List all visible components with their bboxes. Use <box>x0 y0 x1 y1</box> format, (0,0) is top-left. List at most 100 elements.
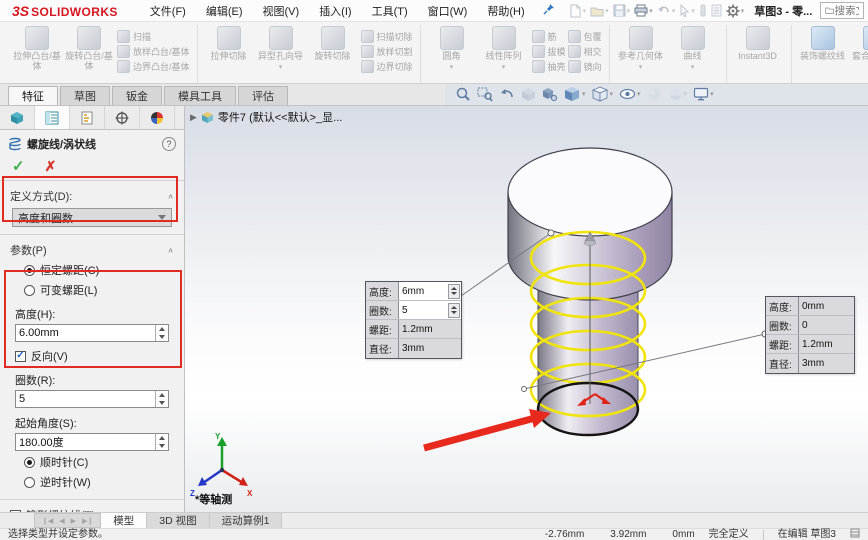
first-tab-icon[interactable]: ❙◀ <box>39 517 56 525</box>
hole-wizard-button[interactable]: 异型孔向导 ▾ <box>256 26 306 71</box>
menu-tools[interactable]: 工具(T) <box>362 3 418 19</box>
previous-view-icon[interactable] <box>499 87 515 101</box>
instant3d-button[interactable]: Instant3D <box>733 26 783 61</box>
prev-tab-icon[interactable]: ◀ <box>56 517 67 525</box>
undo-icon[interactable]: ▾ <box>657 5 675 17</box>
print-icon[interactable]: ▾ <box>634 4 653 17</box>
mirror-icon <box>567 60 581 73</box>
boundary-boss-button[interactable]: 边界凸台/基体 <box>117 60 190 73</box>
leader-anchor-point[interactable] <box>547 229 555 237</box>
rebuild-icon[interactable] <box>699 4 707 17</box>
tab-mold-tools[interactable]: 模具工具 <box>164 86 236 105</box>
start-angle-spinner[interactable] <box>155 434 168 450</box>
ribbon-group-boss: 拉伸凸台/基体 旋转凸台/基体 扫描 放样凸台/基体 边界凸台/基体 <box>6 25 198 83</box>
feature-manager-tab-icon[interactable] <box>0 106 35 129</box>
linear-pattern-button[interactable]: 线性阵列 ▾ <box>479 26 529 71</box>
search-box[interactable] <box>820 2 864 19</box>
start-angle-input[interactable] <box>16 434 155 450</box>
wrap-button[interactable]: 包覆 <box>567 30 602 43</box>
hide-show-items-icon[interactable]: ▾ <box>619 88 641 100</box>
clockwise-radio[interactable]: 顺时针(C) <box>0 452 184 472</box>
zoom-fit-icon[interactable] <box>455 86 471 102</box>
swept-boss-button[interactable]: 扫描 <box>117 30 190 43</box>
save-icon[interactable]: ▾ <box>613 4 630 17</box>
view-orientation-label: *等轴测 <box>195 494 233 506</box>
cancel-button[interactable]: ✗ <box>45 158 57 175</box>
edit-appearance-icon[interactable] <box>647 87 662 102</box>
heads-up-view-toolbar: ▾ ▾ ▾ ▾ ▾ <box>452 86 717 102</box>
lofted-cut-button[interactable]: 放样切割 <box>360 45 413 58</box>
view-orientation-icon[interactable]: ▾ <box>564 86 586 102</box>
next-tab-icon[interactable]: ▶ <box>68 517 79 525</box>
file-properties-icon[interactable] <box>711 4 722 17</box>
options-gear-icon[interactable]: ▾ <box>726 4 744 18</box>
callout-spinner[interactable] <box>448 302 460 318</box>
menu-help[interactable]: 帮助(H) <box>477 3 534 19</box>
new-document-icon[interactable]: ▾ <box>569 4 586 18</box>
reference-geometry-icon <box>628 26 653 50</box>
rib-button[interactable]: 筋 <box>531 30 566 43</box>
select-cursor-icon[interactable]: ▾ <box>679 4 695 17</box>
tab-motion-study[interactable]: 运动算例1 <box>209 513 283 528</box>
tab-sheet-metal[interactable]: 钣金 <box>112 86 162 105</box>
lofted-boss-button[interactable]: 放样凸台/基体 <box>117 45 190 58</box>
view-settings-monitor-icon[interactable]: ▾ <box>693 87 714 101</box>
height-input[interactable] <box>16 325 155 341</box>
view-settings-icon[interactable] <box>542 87 558 102</box>
open-icon[interactable]: ▾ <box>590 5 609 17</box>
mirror-button[interactable]: 镜向 <box>567 60 602 73</box>
definition-method-dropdown[interactable]: 高度和圈数 <box>12 208 172 227</box>
intersect-button[interactable]: 相交 <box>567 45 602 58</box>
menu-insert[interactable]: 插入(I) <box>309 3 361 19</box>
menu-file[interactable]: 文件(F) <box>140 3 196 19</box>
ok-button[interactable]: ✓ <box>12 157 25 175</box>
definition-group-header[interactable]: 定义方式(D): ∧ <box>0 181 184 206</box>
display-manager-tab-icon[interactable] <box>140 106 175 129</box>
help-icon[interactable]: ? <box>162 137 176 151</box>
menu-edit[interactable]: 编辑(E) <box>196 3 253 19</box>
section-view-icon[interactable] <box>521 87 536 102</box>
cosmetic-thread-button[interactable]: 装饰螺纹线 <box>798 26 848 61</box>
curves-button[interactable]: 曲线 ▾ <box>668 26 718 71</box>
revolutions-spinner[interactable] <box>155 391 168 407</box>
search-input[interactable] <box>834 4 859 17</box>
tab-evaluate[interactable]: 评估 <box>238 86 288 105</box>
revolutions-input[interactable] <box>16 391 155 407</box>
menu-window[interactable]: 窗口(W) <box>418 3 478 19</box>
swept-cut-button[interactable]: 扫描切除 <box>360 30 413 43</box>
tab-3d-views[interactable]: 3D 视图 <box>147 513 210 528</box>
parameters-group-header[interactable]: 参数(P) ∧ <box>0 235 184 260</box>
height-spinner[interactable] <box>155 325 168 341</box>
last-tab-icon[interactable]: ▶❙ <box>79 517 96 525</box>
graphics-viewport[interactable]: ▶ 零件7 (默认<<默认>_显... Y X Z 高度: 6mm 圈数: 5 … <box>185 106 868 512</box>
menu-view[interactable]: 视图(V) <box>253 3 310 19</box>
zoom-area-icon[interactable] <box>477 86 493 102</box>
fit-spline-button[interactable]: 套合样条曲线 <box>850 26 868 72</box>
dimxpert-manager-tab-icon[interactable] <box>105 106 140 129</box>
counterclockwise-radio[interactable]: 逆时针(W) <box>0 472 184 492</box>
status-grid-icon[interactable] <box>850 528 860 540</box>
tab-features[interactable]: 特征 <box>8 86 58 105</box>
property-manager-tab-icon[interactable] <box>35 106 70 129</box>
shell-button[interactable]: 抽壳 <box>531 60 566 73</box>
draft-button[interactable]: 拔模 <box>531 45 566 58</box>
tab-scroll-buttons[interactable]: ❙◀ ◀ ▶ ▶❙ <box>34 513 102 528</box>
fillet-button[interactable]: 圆角 ▾ <box>427 26 477 71</box>
revolved-boss-button[interactable]: 旋转凸台/基体 <box>64 26 114 72</box>
tab-sketch[interactable]: 草图 <box>60 86 110 105</box>
reference-geometry-button[interactable]: 参考几何体 ▾ <box>616 26 666 71</box>
callout-spinner[interactable] <box>448 283 460 299</box>
revolved-cut-button[interactable]: 旋转切除 <box>308 26 358 61</box>
variable-pitch-radio[interactable]: 可变螺距(L) <box>0 280 184 300</box>
display-style-icon[interactable]: ▾ <box>591 86 613 102</box>
boundary-cut-button[interactable]: 边界切除 <box>360 60 413 73</box>
extruded-cut-button[interactable]: 拉伸切除 <box>204 26 254 61</box>
apply-scene-icon[interactable]: ▾ <box>668 87 687 102</box>
configuration-manager-tab-icon[interactable] <box>70 106 105 129</box>
reverse-direction-checkbox[interactable]: ✓ 反向(V) <box>0 343 184 366</box>
tab-model[interactable]: 模型 <box>101 513 148 528</box>
boss-extrude-button[interactable]: 拉伸凸台/基体 <box>12 26 62 72</box>
leader-anchor-point[interactable] <box>521 386 527 392</box>
pin-icon[interactable] <box>543 3 555 18</box>
constant-pitch-radio[interactable]: 恒定螺距(C) <box>0 260 184 280</box>
